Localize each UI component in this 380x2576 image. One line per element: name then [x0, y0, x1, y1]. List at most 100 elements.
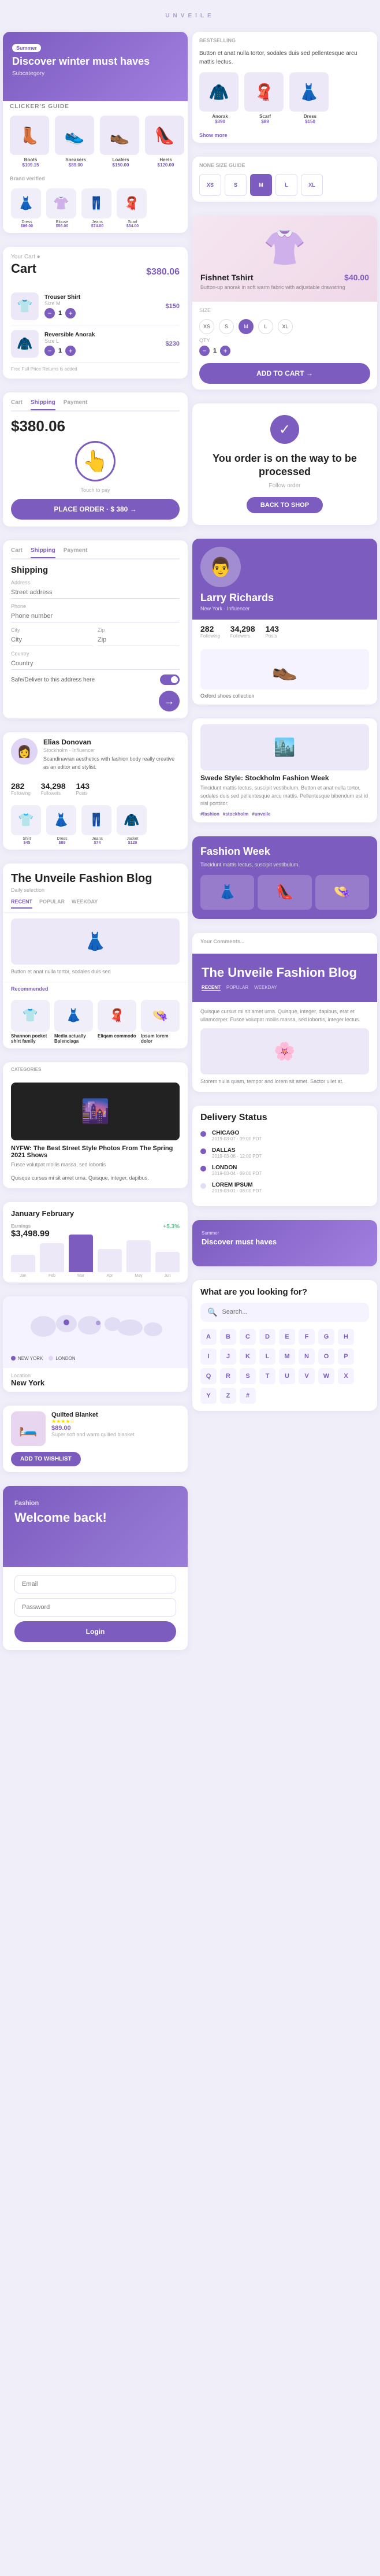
alpha-letter[interactable]: M: [279, 1348, 295, 1365]
size-option[interactable]: L: [275, 174, 297, 196]
email-field[interactable]: [14, 1575, 176, 1593]
qty-decrease-button[interactable]: −: [44, 308, 55, 318]
tab-payment[interactable]: Payment: [64, 399, 88, 410]
login-button[interactable]: Login: [14, 1621, 176, 1642]
alpha-letter[interactable]: U: [279, 1368, 295, 1384]
alpha-letter[interactable]: O: [318, 1348, 334, 1365]
address-field[interactable]: [11, 587, 180, 599]
alpha-letter[interactable]: S: [240, 1368, 256, 1384]
alpha-letter[interactable]: V: [299, 1368, 315, 1384]
list-item[interactable]: 🧥Anorak$390: [199, 72, 241, 124]
list-item[interactable]: 👖Jeans$74: [81, 805, 113, 845]
tab-recent[interactable]: RECENT: [11, 899, 32, 909]
tab-recent[interactable]: RECENT: [202, 985, 221, 991]
tab-popular[interactable]: POPULAR: [226, 985, 248, 991]
bar-feb: [40, 1243, 64, 1272]
tab-weekday[interactable]: WEEKDAY: [254, 985, 277, 991]
password-field[interactable]: [14, 1598, 176, 1617]
qty-increase-button[interactable]: +: [220, 346, 230, 356]
add-to-cart-button[interactable]: ADD TO CART →: [199, 363, 370, 384]
size-l[interactable]: L: [258, 319, 273, 334]
add-wishlist-button[interactable]: ADD TO WISHLIST: [11, 1452, 81, 1466]
list-item[interactable]: 👢 Boots $109.15: [10, 116, 51, 168]
product-grid: 👢 Boots $109.15 👟 Sneakers $89.00 👞 Loaf…: [3, 110, 188, 173]
city-field[interactable]: [11, 634, 93, 646]
alpha-letter[interactable]: Q: [200, 1368, 217, 1384]
list-item[interactable]: 🧣 Scarf $34.00: [117, 188, 148, 228]
tag[interactable]: #fashion: [200, 811, 219, 817]
alpha-letter[interactable]: H: [338, 1329, 354, 1345]
tag[interactable]: #unveile: [252, 811, 270, 817]
search-input[interactable]: [222, 1309, 362, 1315]
list-item[interactable]: 🧣 Eliqam commodo: [98, 1000, 136, 1044]
list-item[interactable]: 👒 Ipsum lorem dolor: [141, 1000, 180, 1044]
alpha-letter[interactable]: Y: [200, 1388, 217, 1404]
alpha-letter[interactable]: L: [259, 1348, 275, 1365]
size-option[interactable]: S: [225, 174, 247, 196]
fingerprint-icon[interactable]: 👆: [75, 441, 116, 481]
alpha-letter[interactable]: W: [318, 1368, 334, 1384]
country-field[interactable]: [11, 658, 180, 670]
list-item[interactable]: 👞 Loafers $150.00: [100, 116, 141, 168]
size-m[interactable]: M: [239, 319, 254, 334]
size-xl[interactable]: XL: [278, 319, 293, 334]
alpha-letter[interactable]: F: [299, 1329, 315, 1345]
list-item[interactable]: 👟 Sneakers $89.00: [55, 116, 96, 168]
show-more[interactable]: Show more: [192, 130, 377, 143]
list-item[interactable]: 👖 Jeans $74.00: [81, 188, 113, 228]
tab-popular[interactable]: POPULAR: [39, 899, 65, 909]
list-item[interactable]: 👕Shirt$45: [11, 805, 43, 845]
tab-shipping[interactable]: Shipping: [31, 547, 55, 558]
back-to-shop-button[interactable]: BACK TO SHOP: [247, 497, 323, 513]
list-item[interactable]: 🧣Scarf$89: [244, 72, 286, 124]
qty-increase-button[interactable]: +: [65, 346, 76, 356]
tag[interactable]: #stockholm: [223, 811, 248, 817]
alpha-letter[interactable]: N: [299, 1348, 315, 1365]
qty-decrease-button[interactable]: −: [44, 346, 55, 356]
tab-shipping[interactable]: Shipping: [31, 399, 55, 410]
tab-payment[interactable]: Payment: [64, 547, 88, 558]
list-item[interactable]: 👚 Blouse $56.00: [46, 188, 78, 228]
size-option[interactable]: M: [250, 174, 272, 196]
phone-field[interactable]: [11, 610, 180, 622]
alpha-letter[interactable]: K: [240, 1348, 256, 1365]
alpha-letter[interactable]: I: [200, 1348, 217, 1365]
qty-decrease-button[interactable]: −: [199, 346, 210, 356]
list-item[interactable]: 👕 Shannon pocket shirt family: [11, 1000, 50, 1044]
list-item[interactable]: 👠 Heels $120.00: [145, 116, 187, 168]
alpha-letter[interactable]: R: [220, 1368, 236, 1384]
next-button[interactable]: →: [159, 691, 180, 711]
zip-field[interactable]: [98, 634, 180, 646]
size-s[interactable]: S: [219, 319, 234, 334]
place-order-button[interactable]: PLACE ORDER · $ 380 →: [11, 499, 180, 520]
save-address-toggle[interactable]: [160, 674, 180, 685]
delivery-screen: Delivery Status CHICAGO 2019-03-07 · 09:…: [192, 1106, 377, 1206]
tab-cart[interactable]: Cart: [11, 399, 23, 410]
alpha-letter[interactable]: Z: [220, 1388, 236, 1404]
alpha-letter[interactable]: A: [200, 1329, 217, 1345]
alpha-letter[interactable]: P: [338, 1348, 354, 1365]
alpha-letter[interactable]: X: [338, 1368, 354, 1384]
alpha-letter[interactable]: T: [259, 1368, 275, 1384]
list-item[interactable]: 🧥Jacket$120: [117, 805, 148, 845]
list-item[interactable]: 👗 Media actually Balenciaga: [54, 1000, 93, 1044]
alpha-letter[interactable]: D: [259, 1329, 275, 1345]
list-item[interactable]: 👗Dress$89: [46, 805, 78, 845]
tab-weekday[interactable]: WEEKDAY: [72, 899, 98, 909]
list-item[interactable]: 👗 Dress $89.00: [11, 188, 43, 228]
alpha-letter[interactable]: B: [220, 1329, 236, 1345]
summer-badge[interactable]: Summer: [12, 44, 41, 52]
qty-increase-button[interactable]: +: [65, 308, 76, 318]
alpha-letter[interactable]: J: [220, 1348, 236, 1365]
rec-name: Ipsum lorem dolor: [141, 1033, 180, 1044]
alpha-letter[interactable]: C: [240, 1329, 256, 1345]
list-item[interactable]: 👗Dress$150: [289, 72, 331, 124]
size-xs[interactable]: XS: [199, 319, 214, 334]
alpha-letter[interactable]: #: [240, 1388, 256, 1404]
purple-blog-title: The Unveile Fashion Blog: [202, 965, 368, 980]
size-option[interactable]: XS: [199, 174, 221, 196]
tab-cart[interactable]: Cart: [11, 547, 23, 558]
alpha-letter[interactable]: E: [279, 1329, 295, 1345]
size-option[interactable]: XL: [301, 174, 323, 196]
alpha-letter[interactable]: G: [318, 1329, 334, 1345]
